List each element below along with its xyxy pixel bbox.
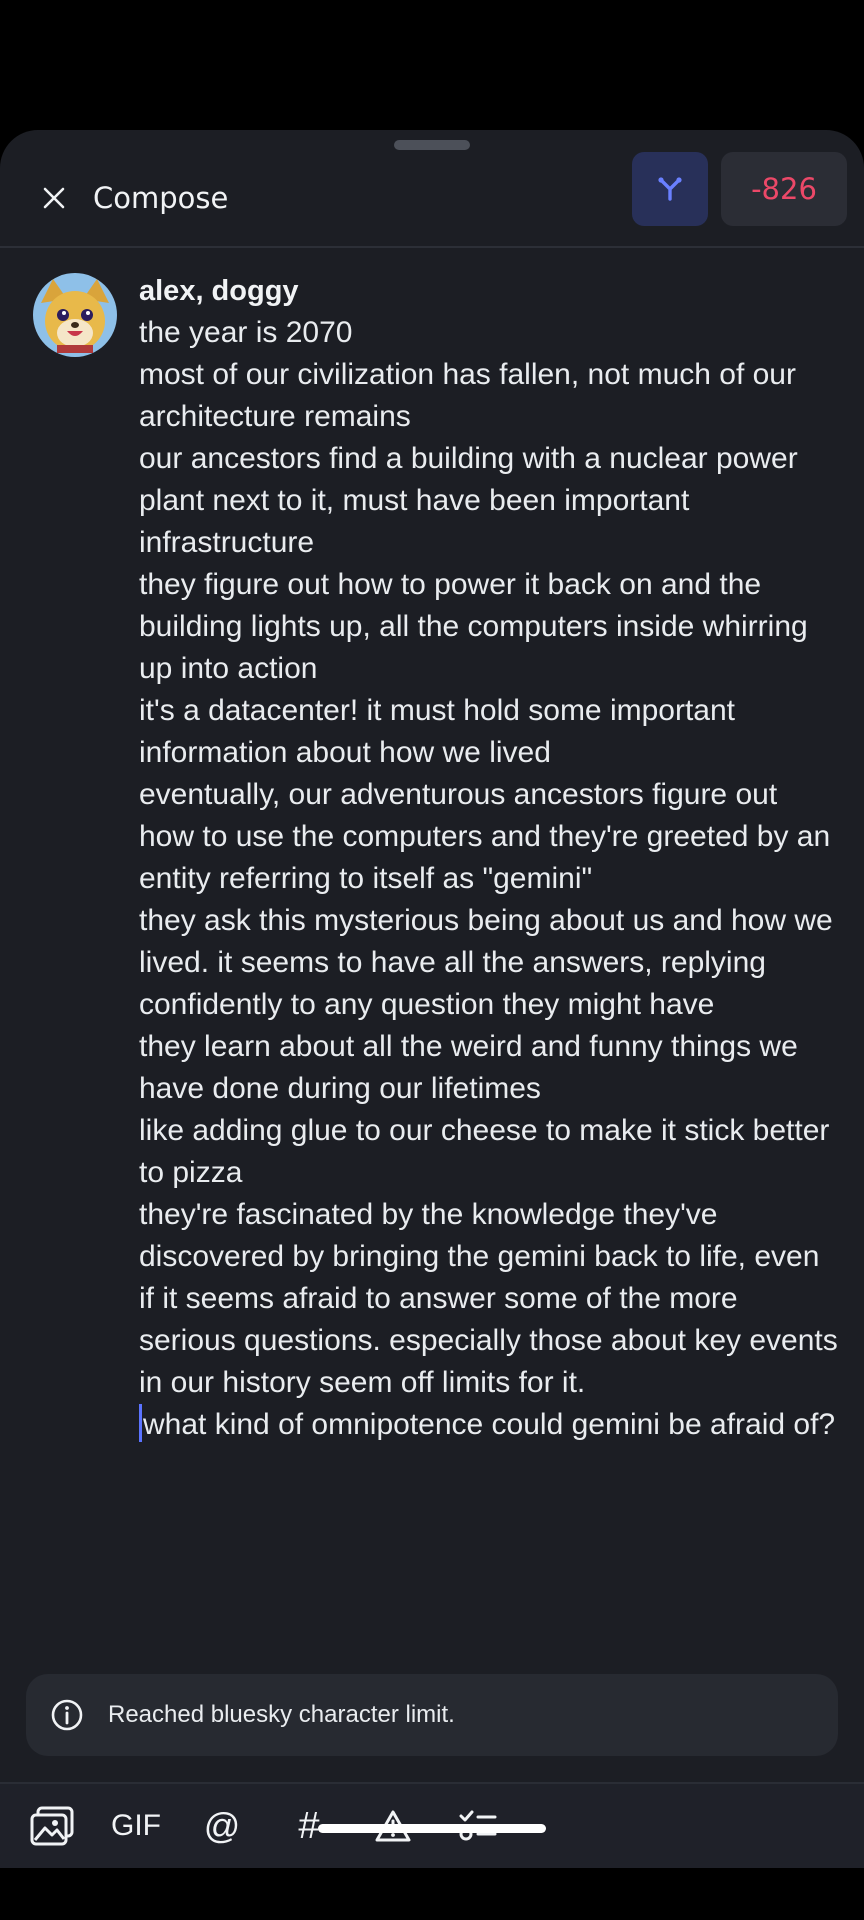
character-count-badge: -826 — [721, 152, 847, 226]
post-text-before-caret: the year is 2070 most of our civilizatio… — [139, 316, 838, 1399]
character-limit-notice: Reached bluesky character limit. — [26, 1674, 838, 1756]
page-title: Compose — [93, 181, 229, 215]
header-divider — [0, 246, 864, 248]
info-icon — [51, 1699, 83, 1731]
hashtag-label: # — [298, 1804, 320, 1847]
post-text-after-caret: what kind of omnipotence could gemini be… — [143, 1408, 836, 1441]
post-text-input[interactable]: the year is 2070 most of our civilizatio… — [139, 312, 839, 1446]
mention-button[interactable]: @ — [194, 1798, 250, 1854]
compose-header: Compose -826 — [0, 150, 864, 246]
image-icon — [30, 1806, 74, 1846]
post-editor[interactable]: alex, doggy the year is 2070 most of our… — [139, 272, 839, 1446]
close-icon — [43, 187, 65, 209]
thread-icon — [658, 177, 682, 201]
gif-label: GIF — [111, 1809, 161, 1842]
notice-text: Reached bluesky character limit. — [108, 1701, 455, 1728]
gif-button[interactable]: GIF — [106, 1798, 166, 1854]
text-caret — [139, 1404, 142, 1442]
avatar[interactable] — [33, 273, 117, 357]
drag-handle[interactable] — [394, 140, 470, 150]
add-image-button[interactable] — [28, 1798, 76, 1854]
compose-sheet: Compose -826 alex, doggy the year is 207… — [0, 130, 864, 1868]
close-button[interactable] — [30, 174, 78, 222]
author-names: alex, doggy — [139, 275, 299, 307]
thread-button[interactable] — [632, 152, 708, 226]
home-indicator[interactable] — [318, 1824, 546, 1833]
mention-label: @ — [203, 1805, 241, 1846]
